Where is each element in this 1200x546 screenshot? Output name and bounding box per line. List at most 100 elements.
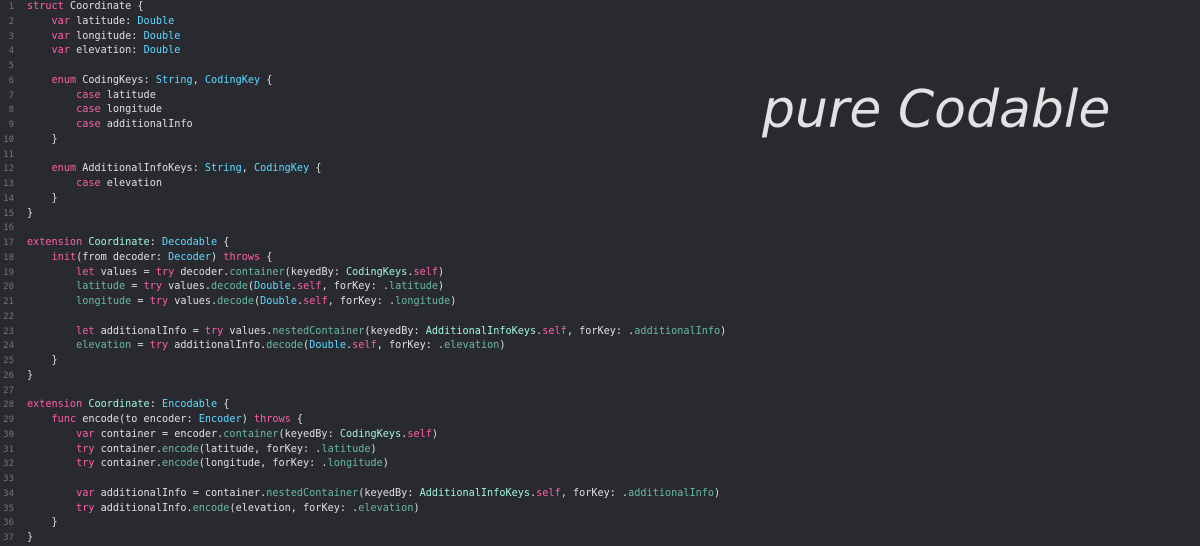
code-line[interactable]: 3 var longitude: Double — [0, 30, 1200, 45]
code-token: try — [76, 502, 95, 514]
line-number: 10 — [3, 134, 14, 145]
code-token: Coordinate — [88, 399, 150, 411]
line-number: 35 — [3, 503, 14, 514]
code-token: var — [76, 428, 95, 440]
code-line[interactable]: 36 } — [0, 516, 1200, 531]
code-token: ) — [370, 443, 377, 455]
code-line[interactable]: 24 elevation = try additionalInfo.decode… — [0, 339, 1200, 354]
code-token: } — [27, 133, 58, 145]
code-line[interactable]: 1 struct Coordinate { — [0, 0, 1200, 15]
code-line[interactable]: 16 — [0, 221, 1200, 236]
code-token: let — [76, 266, 95, 278]
code-line[interactable]: 33 — [0, 472, 1200, 487]
code-token: longitude — [100, 104, 162, 116]
code-token: container. — [94, 458, 162, 470]
line-number: 16 — [3, 223, 14, 234]
code-line[interactable]: 12 enum AdditionalInfoKeys: String, Codi… — [0, 162, 1200, 177]
code-token: = — [131, 340, 150, 352]
code-line[interactable]: 28 extension Coordinate: Encodable { — [0, 398, 1200, 413]
line-number: 5 — [8, 61, 14, 71]
code-token: CodingKeys — [339, 428, 402, 440]
code-line[interactable]: 23 let additionalInfo = try values.neste… — [0, 325, 1200, 340]
code-line[interactable]: 15} — [0, 207, 1200, 222]
code-token: Double — [254, 281, 291, 293]
code-line[interactable]: 34 var additionalInfo = container.nested… — [0, 487, 1200, 502]
line-number: 21 — [3, 297, 14, 307]
code-token: ) — [382, 458, 389, 470]
code-line[interactable]: 14 } — [0, 192, 1200, 207]
code-token: Double — [260, 296, 297, 307]
code-token: } — [27, 369, 34, 381]
code-line[interactable]: 2 var latitude: Double — [0, 15, 1200, 30]
line-number: 28 — [3, 400, 14, 411]
code-line[interactable]: 13 case elevation — [0, 177, 1200, 192]
code-token: CodingKeys — [345, 266, 408, 278]
code-token: self — [413, 266, 439, 278]
code-token: longitude — [327, 458, 383, 470]
code-token: additionalInfo — [634, 325, 721, 337]
code-token: nestedContainer — [272, 325, 365, 337]
code-token: Encoder — [198, 414, 242, 425]
code-token: additionalInfo — [628, 487, 715, 499]
code-token: elevation — [444, 340, 500, 352]
line-number: 30 — [3, 429, 14, 440]
line-number: 11 — [3, 149, 14, 160]
code-line[interactable]: 32 try container.encode(longitude, forKe… — [0, 457, 1200, 472]
code-token: additionalInfo. — [94, 502, 193, 514]
code-token: (keyedBy: — [278, 428, 340, 440]
code-line[interactable]: 11 — [0, 148, 1200, 163]
code-token: (latitude, forKey: . — [198, 443, 322, 455]
code-token: , forKey: . — [560, 487, 629, 499]
code-line[interactable]: 27 — [0, 384, 1200, 399]
code-line[interactable]: 30 var container = encoder.container(key… — [0, 428, 1200, 443]
code-token: latitude — [76, 281, 126, 293]
code-token: ) — [438, 266, 445, 278]
code-token: self — [536, 487, 561, 499]
code-token: additionalInfo = container. — [94, 487, 267, 499]
code-line[interactable]: 4 var elevation: Double — [0, 44, 1200, 59]
code-token: try — [143, 281, 162, 293]
code-line[interactable]: 21 longitude = try values.decode(Double.… — [0, 295, 1200, 310]
code-token: { — [290, 414, 304, 425]
code-token: let — [76, 325, 95, 337]
code-token: var — [51, 15, 70, 27]
code-token: (longitude, forKey: . — [198, 458, 328, 470]
code-line[interactable]: 29 func encode(to encoder: Encoder) thro… — [0, 413, 1200, 428]
code-line[interactable]: 17 extension Coordinate: Decodable { — [0, 236, 1200, 251]
code-line[interactable]: 18 init(from decoder: Decoder) throws { — [0, 251, 1200, 266]
code-token: enum — [51, 74, 77, 86]
code-token: , forKey: . — [376, 340, 445, 352]
code-line[interactable]: 31 try container.encode(latitude, forKey… — [0, 443, 1200, 458]
code-line[interactable]: 20 latitude = try values.decode(Double.s… — [0, 280, 1200, 295]
code-line[interactable]: 35 try additionalInfo.encode(elevation, … — [0, 502, 1200, 517]
line-number: 18 — [3, 252, 14, 263]
code-line[interactable]: 25 } — [0, 354, 1200, 369]
code-token: : — [149, 399, 162, 411]
code-token: { — [217, 399, 230, 411]
code-token: String — [204, 163, 242, 175]
code-line[interactable]: 37} — [0, 531, 1200, 546]
code-token: { — [260, 74, 273, 86]
line-number: 29 — [3, 415, 14, 425]
code-token: container — [229, 266, 285, 278]
code-token: elevation — [76, 340, 132, 352]
code-line[interactable]: 5 — [0, 59, 1200, 74]
code-token: additionalInfo. — [168, 340, 267, 352]
code-line[interactable]: 22 — [0, 310, 1200, 325]
code-token: container = encoder. — [94, 428, 224, 440]
code-token: ) — [714, 487, 721, 499]
code-token: encode — [161, 443, 199, 455]
code-token: ) — [241, 414, 254, 425]
code-token: = — [131, 296, 150, 307]
line-number: 14 — [3, 193, 14, 204]
code-line[interactable]: 19 let values = try decoder.container(ke… — [0, 266, 1200, 281]
code-line[interactable]: 26} — [0, 369, 1200, 384]
